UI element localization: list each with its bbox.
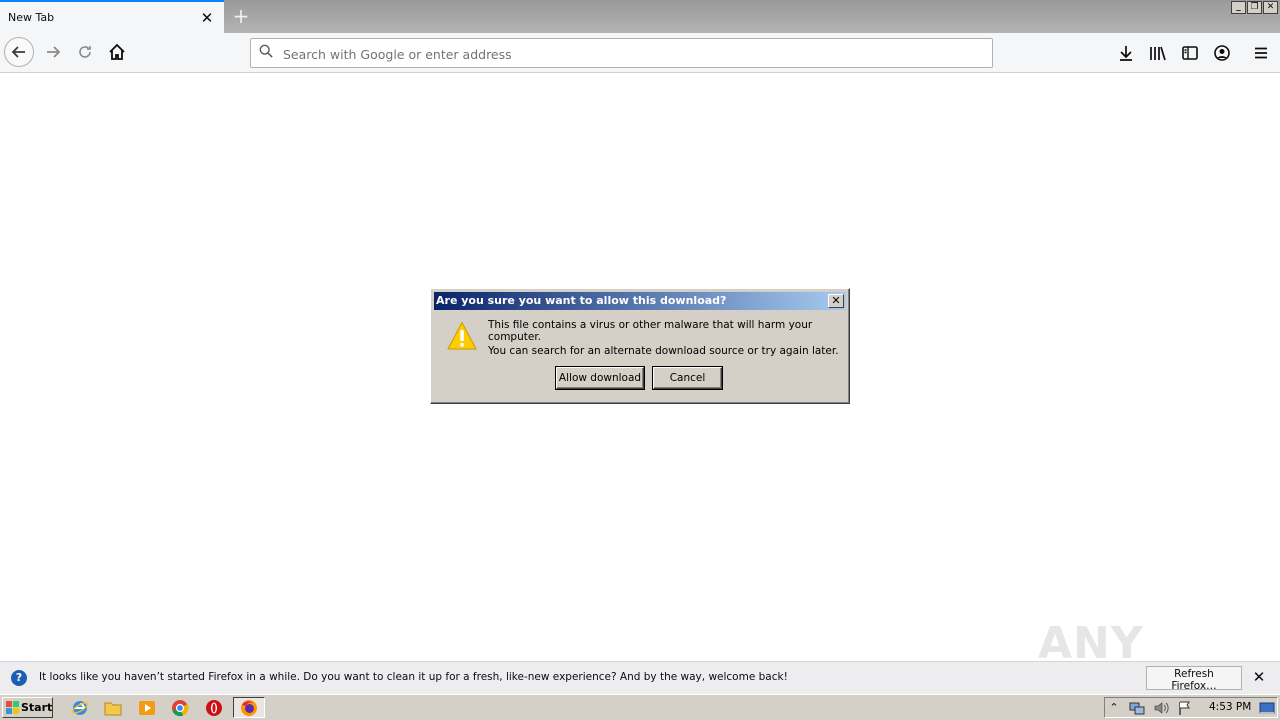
forward-arrow-icon[interactable]	[38, 37, 68, 67]
address-input[interactable]	[281, 42, 985, 66]
sidebar-icon[interactable]	[1176, 38, 1204, 66]
new-tab-plus-icon[interactable]: +	[231, 5, 251, 27]
firefox-taskbar-button[interactable]	[233, 697, 265, 718]
window-close-icon[interactable]: ✕	[1263, 1, 1278, 14]
notification-bar: ? It looks like you haven’t started Fire…	[0, 661, 1280, 694]
tab-title: New Tab	[8, 11, 55, 24]
notification-close-icon[interactable]: ✕	[1250, 668, 1268, 686]
address-bar[interactable]	[250, 38, 993, 68]
ie-icon[interactable]	[71, 699, 89, 717]
warning-icon	[447, 321, 477, 350]
search-icon	[259, 44, 273, 58]
dialog-titlebar[interactable]: Are you sure you want to allow this down…	[434, 292, 846, 310]
download-warning-dialog: Are you sure you want to allow this down…	[430, 288, 850, 404]
refresh-firefox-button[interactable]: Refresh Firefox…	[1146, 666, 1242, 692]
opera-icon[interactable]	[205, 699, 223, 717]
clock: 4:53 PM	[1209, 701, 1252, 713]
window-controls: _ ❐ ✕	[1231, 1, 1278, 14]
menu-icon[interactable]	[1247, 38, 1275, 66]
cancel-button[interactable]: Cancel	[652, 366, 723, 390]
minimize-icon[interactable]: _	[1231, 1, 1246, 14]
library-icon[interactable]	[1144, 38, 1172, 66]
chrome-icon[interactable]	[171, 699, 189, 717]
tab-strip: New Tab ✕ + _ ❐ ✕	[0, 0, 1280, 33]
downloads-icon[interactable]	[1112, 38, 1140, 66]
show-desktop-icon[interactable]	[1259, 700, 1275, 716]
network-icon[interactable]	[1129, 700, 1145, 716]
back-arrow-icon[interactable]	[4, 37, 34, 67]
question-icon: ?	[11, 670, 27, 686]
dialog-close-icon[interactable]: ✕	[828, 294, 844, 308]
account-icon[interactable]	[1208, 38, 1236, 66]
tab-new-tab[interactable]: New Tab ✕	[0, 0, 224, 33]
nav-bar	[0, 33, 1280, 73]
home-icon[interactable]	[102, 37, 132, 67]
firefox-icon	[241, 700, 257, 716]
dialog-message-1: This file contains a virus or other malw…	[488, 319, 813, 343]
action-center-flag-icon[interactable]	[1177, 700, 1193, 716]
dialog-title: Are you sure you want to allow this down…	[436, 294, 727, 307]
allow-download-button[interactable]: Allow download	[555, 366, 645, 390]
start-button[interactable]: Start	[2, 697, 53, 718]
dialog-message-2: You can search for an alternate download…	[488, 345, 839, 357]
tray-expand-icon[interactable]: ⌃	[1109, 700, 1119, 716]
start-label: Start	[21, 701, 53, 714]
restore-icon[interactable]: ❐	[1247, 1, 1262, 14]
tab-close-icon[interactable]: ✕	[198, 9, 216, 27]
system-tray: ⌃ 4:53 PM	[1104, 697, 1278, 718]
reload-icon[interactable]	[70, 37, 100, 67]
volume-icon[interactable]	[1153, 700, 1169, 716]
folder-icon[interactable]	[104, 699, 122, 717]
media-player-icon[interactable]	[138, 699, 156, 717]
notification-message: It looks like you haven’t started Firefo…	[39, 671, 788, 683]
windows-logo-icon	[6, 701, 19, 714]
taskbar: Start ⌃ 4:53 PM	[0, 694, 1280, 720]
